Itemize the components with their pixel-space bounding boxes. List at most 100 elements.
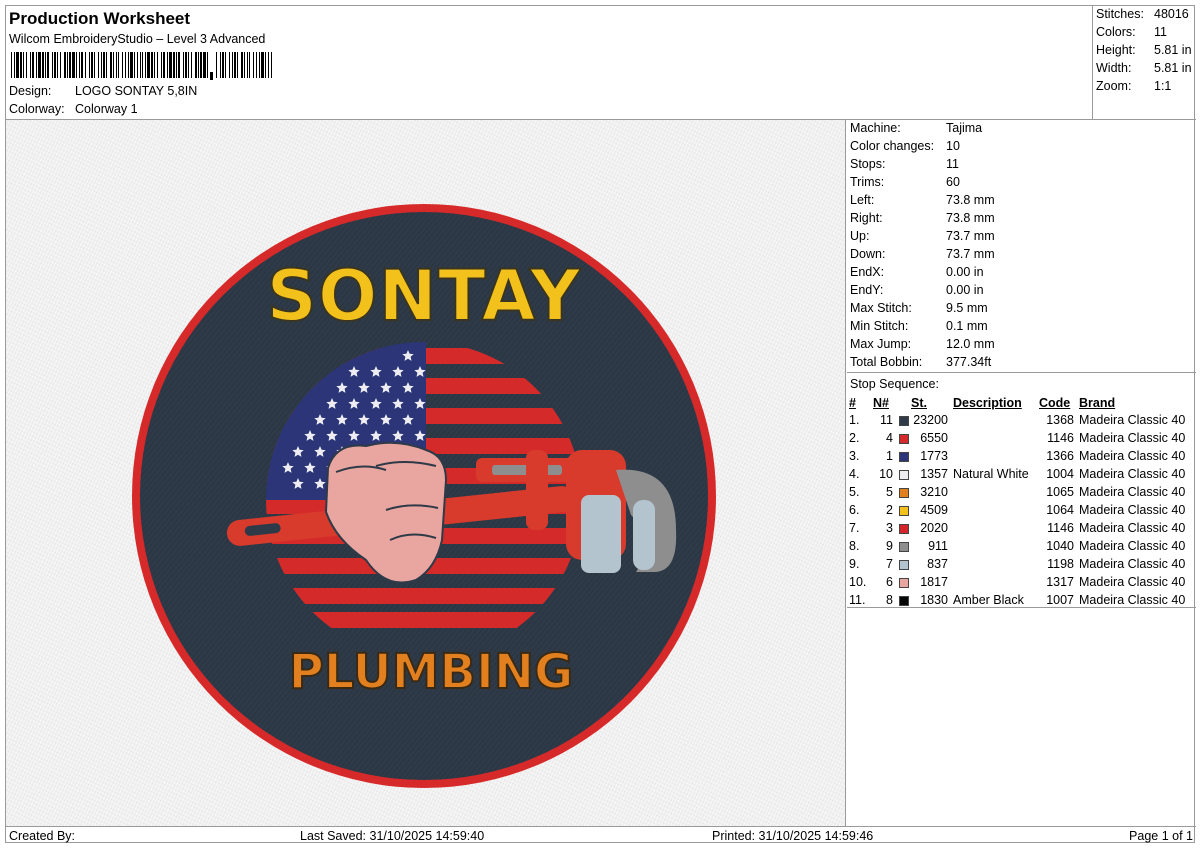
row-brand: Madeira Classic 40 — [1079, 539, 1186, 553]
machine-info-row: Left: 73.8 mm — [850, 193, 995, 207]
row-description — [953, 447, 1039, 465]
swatch-cell — [897, 501, 911, 519]
barcode-bar — [20, 52, 22, 78]
row-code: 1366 — [1046, 449, 1074, 463]
barcode-bar — [26, 52, 27, 78]
barcode-bar — [256, 52, 257, 78]
table-row: 5. 5 3210 1065 Madeira Classic 40 — [849, 483, 1193, 501]
design-label: Design: — [9, 84, 52, 98]
barcode-bar — [195, 52, 197, 78]
barcode-bar — [151, 52, 153, 78]
machine-info-value: 60 — [946, 175, 960, 189]
worksheet-header: Production Worksheet Wilcom EmbroiderySt… — [6, 6, 1092, 119]
barcode-bar — [167, 52, 168, 78]
worksheet-frame: Production Worksheet Wilcom EmbroiderySt… — [5, 5, 1196, 844]
barcode-bar — [191, 52, 192, 78]
stat-value: 11 — [1154, 25, 1167, 39]
row-needle: 3 — [886, 521, 893, 535]
software-subtitle: Wilcom EmbroideryStudio – Level 3 Advanc… — [9, 32, 266, 46]
table-row: 3. 1 1773 1366 Madeira Classic 40 — [849, 447, 1193, 465]
barcode-bar — [72, 52, 75, 78]
stat-height: Height: 5.81 in — [1096, 43, 1192, 57]
barcode-bar — [188, 52, 189, 78]
row-brand: Madeira Classic 40 — [1079, 485, 1186, 499]
row-code: 1040 — [1046, 539, 1074, 553]
barcode-bar — [11, 52, 12, 78]
colorway-row: Colorway: Colorway 1 — [9, 102, 138, 116]
machine-info-value: 73.8 mm — [946, 211, 995, 225]
row-index: 10. — [849, 575, 867, 589]
machine-info-row: Total Bobbin: 377.34ft — [850, 355, 991, 369]
worksheet-footer: Created By: Last Saved: 31/10/2025 14:59… — [6, 826, 1196, 844]
row-brand: Madeira Classic 40 — [1079, 503, 1186, 517]
barcode-bar — [220, 52, 221, 78]
barcode-bar — [101, 52, 102, 78]
barcode-bar — [54, 52, 56, 78]
row-needle: 10 — [879, 467, 893, 481]
color-swatch — [899, 433, 909, 444]
row-stitches: 911 — [928, 539, 948, 553]
barcode-bar — [183, 52, 184, 78]
barcode-bar — [130, 52, 133, 78]
row-code: 1317 — [1046, 575, 1074, 589]
barcode-bar — [69, 52, 71, 78]
col-needle-header: N# — [873, 395, 889, 410]
col-code-header: Code — [1039, 395, 1071, 410]
barcode-bar — [271, 52, 272, 78]
stat-label: Zoom: — [1096, 79, 1132, 93]
barcode-bar — [154, 52, 155, 78]
barcode-bar — [140, 52, 141, 78]
table-bottom-divider — [847, 607, 1196, 608]
stat-value: 1:1 — [1154, 79, 1172, 93]
row-index: 8. — [849, 539, 860, 553]
last-saved: Last Saved: 31/10/2025 14:59:40 — [300, 829, 485, 843]
machine-info-value: 73.8 mm — [946, 193, 995, 207]
row-needle: 6 — [886, 575, 893, 589]
row-description — [953, 411, 1039, 429]
machine-info-label: Trims: — [850, 175, 885, 189]
machine-info-label: Right: — [850, 211, 883, 225]
row-code: 1004 — [1046, 467, 1074, 481]
barcode-bar — [116, 52, 117, 78]
barcode-bar — [265, 52, 266, 78]
row-needle: 1 — [886, 449, 893, 463]
table-row: 1. 11 23200 1368 Madeira Classic 40 — [849, 411, 1193, 429]
row-needle: 5 — [886, 485, 893, 499]
machine-info-label: Max Stitch: — [850, 301, 912, 315]
barcode-bar — [142, 52, 143, 78]
barcode-bar — [64, 52, 66, 78]
barcode — [11, 52, 272, 80]
machine-info-row: Up: 73.7 mm — [850, 229, 995, 243]
barcode-bar — [118, 52, 119, 78]
col-swatch-header — [897, 394, 911, 411]
row-code: 1064 — [1046, 503, 1074, 517]
barcode-bar — [125, 52, 126, 78]
barcode-bar — [30, 52, 31, 78]
row-stitches: 23200 — [913, 413, 948, 427]
embroidery-patch-image: SONTAY PLUMBING — [132, 204, 716, 788]
row-index: 7. — [849, 521, 860, 535]
color-swatch — [899, 523, 909, 534]
row-brand: Madeira Classic 40 — [1079, 431, 1186, 445]
barcode-bar — [42, 52, 44, 78]
col-description-header: Description — [953, 395, 1022, 410]
machine-info-row: Max Stitch: 9.5 mm — [850, 301, 988, 315]
barcode-bar — [259, 52, 260, 78]
stat-value: 48016 — [1154, 7, 1189, 21]
design-preview: SONTAY PLUMBING — [6, 120, 846, 826]
barcode-bar — [261, 52, 264, 78]
row-description — [953, 429, 1039, 447]
swatch-cell — [897, 429, 911, 447]
barcode-bar — [67, 52, 68, 78]
barcode-bar — [79, 52, 80, 78]
swatch-cell — [897, 555, 911, 573]
row-index: 2. — [849, 431, 860, 445]
row-stitches: 6550 — [920, 431, 948, 445]
machine-info-label: EndY: — [850, 283, 884, 297]
row-code: 1368 — [1046, 413, 1074, 427]
color-swatch — [899, 487, 909, 498]
barcode-bar — [176, 52, 177, 78]
stop-sequence-table: # N# St. Description Code Brand 1. 11 2320… — [849, 394, 1193, 609]
row-stitches: 3210 — [920, 485, 948, 499]
row-brand: Madeira Classic 40 — [1079, 557, 1186, 571]
